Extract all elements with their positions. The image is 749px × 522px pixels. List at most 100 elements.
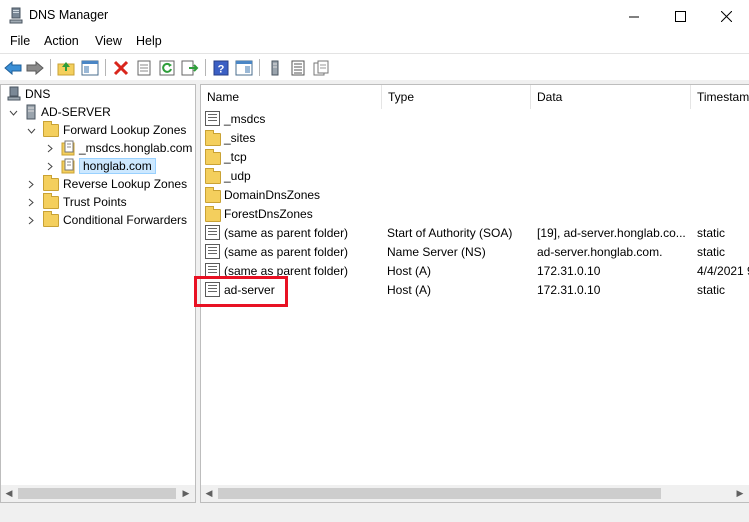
record-name: _tcp <box>224 150 247 164</box>
up-folder-icon[interactable] <box>56 58 76 78</box>
list-horizontal-scrollbar[interactable]: ◀ ▶ <box>201 485 749 502</box>
tree-node-ad-server[interactable]: AD-SERVER <box>25 103 111 121</box>
record-icon <box>205 282 220 297</box>
tree-node-trust-points[interactable]: Trust Points <box>43 192 127 211</box>
minimize-button[interactable] <box>611 0 657 32</box>
record-row[interactable]: ForestDnsZones <box>201 205 749 224</box>
refresh-icon[interactable] <box>157 58 177 78</box>
tree-node-conditional-forwarders[interactable]: Conditional Forwarders <box>43 210 188 229</box>
zone-icon <box>61 158 75 174</box>
menu-file[interactable]: File <box>10 34 30 48</box>
help-icon[interactable]: ? <box>211 58 231 78</box>
record-row[interactable]: DomainDnsZones <box>201 186 749 205</box>
console-tree-pane: DNS AD-SERVER Forward Lookup Zones _msdc… <box>0 84 196 503</box>
chevron-right-icon[interactable] <box>26 197 36 207</box>
tree-node-forward-lookup-zones[interactable]: Forward Lookup Zones <box>43 120 186 139</box>
record-row[interactable]: (same as parent folder) Name Server (NS)… <box>201 243 749 262</box>
folder-icon <box>43 120 59 137</box>
record-list-icon[interactable] <box>288 58 308 78</box>
show-action-pane-icon[interactable] <box>234 58 254 78</box>
record-type: Name Server (NS) <box>387 245 486 259</box>
scroll-thumb[interactable] <box>218 488 661 499</box>
chevron-down-icon[interactable] <box>8 108 18 118</box>
tree-node-honglab-zone[interactable]: honglab.com <box>61 157 156 175</box>
record-name: _udp <box>224 169 251 183</box>
record-row[interactable]: _udp <box>201 167 749 186</box>
folder-icon <box>205 149 221 165</box>
record-timestamp: static <box>697 245 726 259</box>
server-icon <box>26 104 36 120</box>
record-timestamp: 4/4/2021 9 <box>697 264 749 278</box>
record-row[interactable]: ad-server Host (A) 172.31.0.10 static <box>201 281 749 300</box>
export-list-icon[interactable] <box>180 58 200 78</box>
record-row[interactable]: (same as parent folder) Host (A) 172.31.… <box>201 262 749 281</box>
tree-label-trust-points: Trust Points <box>63 195 127 209</box>
back-arrow-icon[interactable] <box>3 58 23 78</box>
record-type: Host (A) <box>387 283 432 297</box>
folder-icon <box>205 168 221 184</box>
tree-label-conditional-forwarders: Conditional Forwarders <box>63 213 188 227</box>
folder-icon <box>43 192 59 209</box>
menu-action[interactable]: Action <box>44 34 79 48</box>
dns-app-icon <box>8 7 24 25</box>
menu-bar: File Action View Help <box>0 32 749 52</box>
tree-node-msdcs-zone[interactable]: _msdcs.honglab.com <box>61 139 192 157</box>
column-header-name[interactable]: Name <box>201 85 382 109</box>
record-name: _msdcs <box>224 112 266 126</box>
record-name: (same as parent folder) <box>224 264 349 278</box>
tree-horizontal-scrollbar[interactable]: ◀ ▶ <box>1 485 195 502</box>
chevron-right-icon[interactable] <box>26 215 36 225</box>
column-header-type[interactable]: Type <box>382 85 531 109</box>
tree-label-honglab-zone: honglab.com <box>79 158 156 174</box>
tree-label-reverse-lookup-zones: Reverse Lookup Zones <box>63 177 188 191</box>
toolbar: ? <box>0 53 749 80</box>
chevron-right-icon[interactable] <box>26 179 36 189</box>
copy-records-icon[interactable] <box>311 58 331 78</box>
title-bar: DNS Manager <box>0 0 749 32</box>
record-row[interactable]: (same as parent folder) Start of Authori… <box>201 224 749 243</box>
menu-help[interactable]: Help <box>136 34 162 48</box>
folder-icon <box>205 206 221 222</box>
record-name: ad-server <box>224 283 275 297</box>
record-name: (same as parent folder) <box>224 245 349 259</box>
record-type: Start of Authority (SOA) <box>387 226 513 240</box>
chevron-right-icon[interactable] <box>45 161 55 171</box>
record-icon <box>205 225 220 240</box>
properties-icon[interactable] <box>134 58 154 78</box>
scroll-left-icon[interactable]: ◀ <box>202 487 216 500</box>
record-name: ForestDnsZones <box>224 207 313 221</box>
folder-icon <box>205 130 221 146</box>
chevron-right-icon[interactable] <box>45 143 55 153</box>
delete-icon[interactable] <box>111 58 131 78</box>
column-header-data[interactable]: Data <box>531 85 691 109</box>
record-type: Host (A) <box>387 264 432 278</box>
maximize-button[interactable] <box>657 0 703 32</box>
scroll-right-icon[interactable]: ▶ <box>733 487 747 500</box>
record-data: 172.31.0.10 <box>537 264 601 278</box>
scroll-right-icon[interactable]: ▶ <box>179 487 193 500</box>
scroll-thumb[interactable] <box>18 488 176 499</box>
svg-text:?: ? <box>218 64 225 76</box>
tree-node-dns[interactable]: DNS <box>7 85 50 103</box>
server-icon[interactable] <box>265 58 285 78</box>
record-data: 172.31.0.10 <box>537 283 601 297</box>
tree-label-msdcs-zone: _msdcs.honglab.com <box>79 141 193 155</box>
show-hide-console-tree-icon[interactable] <box>80 58 100 78</box>
record-row[interactable]: _tcp <box>201 148 749 167</box>
record-icon <box>205 263 220 278</box>
tree-label-ad-server: AD-SERVER <box>41 105 111 119</box>
record-timestamp: static <box>697 283 726 297</box>
window-title: DNS Manager <box>29 8 109 22</box>
column-header-timestamp[interactable]: Timestam <box>691 85 749 109</box>
record-icon <box>205 111 220 126</box>
tree-node-reverse-lookup-zones[interactable]: Reverse Lookup Zones <box>43 174 188 193</box>
record-row[interactable]: _sites <box>201 129 749 148</box>
records-list-pane: Name Type Data Timestam _msdcs _sites _t… <box>200 84 749 503</box>
close-button[interactable] <box>703 0 749 32</box>
forward-arrow-icon[interactable] <box>25 58 45 78</box>
scroll-left-icon[interactable]: ◀ <box>2 487 16 500</box>
chevron-down-icon[interactable] <box>26 126 36 136</box>
record-name: DomainDnsZones <box>224 188 321 202</box>
menu-view[interactable]: View <box>95 34 122 48</box>
record-row[interactable]: _msdcs <box>201 110 749 129</box>
